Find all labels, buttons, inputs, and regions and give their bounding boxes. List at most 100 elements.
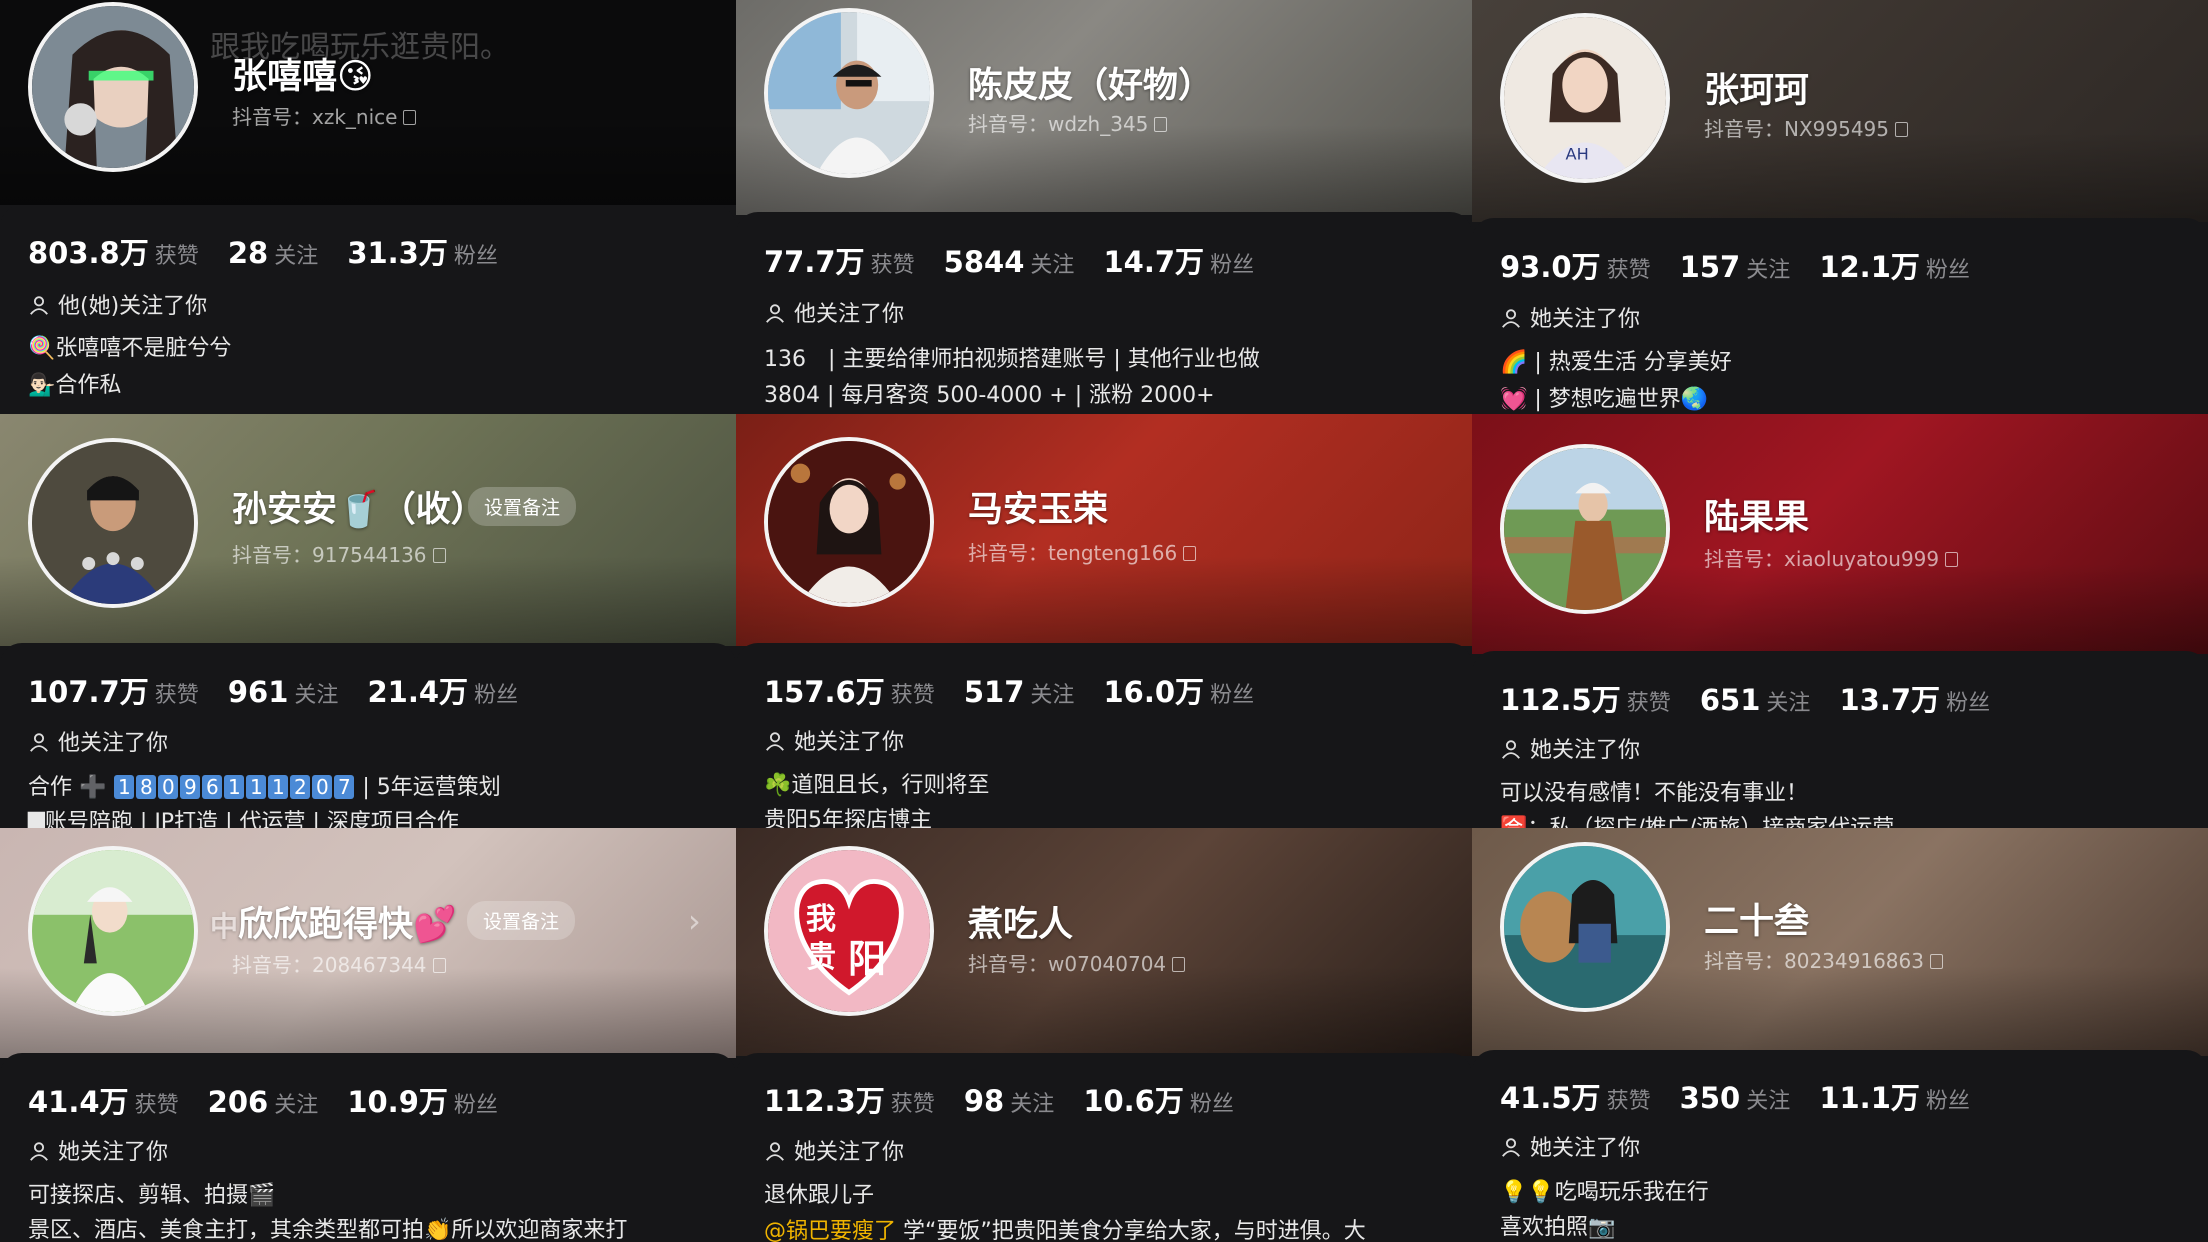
- profile-card-2[interactable]: 陈皮皮（好物） 抖音号：wdzh_345 77.7万 获赞 5844 关注 14.7…: [736, 0, 1472, 414]
- bio-line: 💡💡吃喝玩乐我在行: [1500, 1180, 1709, 1205]
- set-remark-button[interactable]: 设置备注: [468, 487, 577, 526]
- douyin-id: 抖音号：80234916863: [1704, 945, 1943, 974]
- profile-card-5[interactable]: 马安玉荣 抖音号：tengteng166 157.6万 获赞 517 关注 16.0…: [736, 414, 1472, 828]
- stats-row: 157.6万 获赞 517 关注 16.0万 粉丝: [764, 675, 1255, 709]
- profile-name: 中欣欣跑得快💕: [210, 905, 457, 945]
- copy-icon[interactable]: [432, 958, 446, 973]
- chevron-right-icon[interactable]: ›: [688, 902, 701, 940]
- digit-box: 0: [312, 775, 333, 799]
- copy-icon[interactable]: [403, 110, 417, 125]
- stats-row: 112.3万 获赞 98 关注 10.6万 粉丝: [764, 1084, 1234, 1118]
- douyin-id: 抖音号：208467344: [232, 949, 446, 978]
- stats-row: 803.8万 获赞 28 关注 31.3万 粉丝: [28, 236, 498, 270]
- copy-icon[interactable]: [1183, 546, 1197, 561]
- avatar[interactable]: [28, 846, 198, 1016]
- bio-line: 🈴：私（探店/推广/酒旅）接商家代运营: [1500, 810, 1894, 828]
- bio-line: 🍭张嘻嘻不是脏兮兮: [28, 336, 232, 361]
- avatar[interactable]: [764, 437, 934, 607]
- profile-name: 张嘻嘻😘: [232, 57, 374, 97]
- person-icon: [30, 296, 48, 315]
- avatar-text: 阳: [848, 937, 887, 981]
- douyin-id: 抖音号：xiaoluyatou999: [1704, 543, 1959, 572]
- person-icon: [30, 1142, 48, 1161]
- follow-status: 她关注了你: [28, 1134, 168, 1166]
- person-icon: [1502, 309, 1520, 328]
- digit-box: 1: [268, 775, 289, 799]
- copy-icon[interactable]: [432, 548, 446, 563]
- profile-name: 煮吃人: [968, 905, 1074, 945]
- digit-box: 6: [202, 775, 223, 799]
- avatar[interactable]: [28, 438, 198, 608]
- person-icon: [1502, 740, 1520, 759]
- set-remark-button[interactable]: 设置备注: [467, 901, 576, 940]
- douyin-id: 抖音号：917544136: [232, 539, 446, 568]
- avatar[interactable]: [1500, 842, 1670, 1012]
- phone-digits: 18096111207: [113, 775, 355, 800]
- bio-line: 景区、酒店、美食主打，其余类型都可拍👏所以欢迎商家来打: [28, 1218, 628, 1242]
- follow-status: 她关注了你: [1500, 732, 1640, 764]
- person-icon: [30, 733, 48, 752]
- profile-name: 陆果果: [1704, 498, 1810, 538]
- profile-card-8[interactable]: 我 贵 阳 煮吃人 抖音号：w07040704 112.3万 获赞 98 关注 10…: [736, 828, 1472, 1242]
- avatar[interactable]: 我 贵 阳: [764, 846, 934, 1016]
- bio-line: 🌈 | 热爱生活 分享美好: [1500, 350, 1732, 375]
- copy-icon[interactable]: [1929, 954, 1943, 969]
- copy-icon[interactable]: [1172, 957, 1186, 972]
- person-icon: [766, 1142, 784, 1161]
- douyin-id: 抖音号：w07040704: [968, 948, 1186, 977]
- copy-icon[interactable]: [1895, 122, 1909, 137]
- digit-box: 1: [114, 775, 135, 799]
- bio-line: 合作 ➕ 18096111207 | 5年运营策划: [28, 775, 501, 800]
- svg-text:AH: AH: [1566, 145, 1589, 164]
- profile-card-3[interactable]: AH 张珂珂 抖音号：NX995495 93.0万 获赞 157 关注 12.1万粉…: [1472, 0, 2208, 414]
- avatar[interactable]: [28, 2, 198, 172]
- mention-link[interactable]: @锅巴要瘦了: [764, 1219, 896, 1242]
- avatar[interactable]: AH: [1500, 13, 1670, 183]
- profile-name: 二十叁: [1704, 902, 1810, 942]
- bio-line: 3804 | 每月客资 500-4000 + | 涨粉 2000+: [764, 383, 1215, 408]
- digit-box: 9: [180, 775, 201, 799]
- profile-name: 张珂珂: [1704, 71, 1810, 111]
- bio-line: ▇账号陪跑 | IP打造 | 代运营 | 深度项目合作: [28, 810, 459, 828]
- bio-line: ☘️道阻且长，行则将至: [764, 773, 990, 798]
- bio-line: 136 | 主要给律师拍视频搭建账号 | 其他行业也做: [764, 347, 1260, 372]
- stats-row: 93.0万 获赞 157 关注 12.1万 粉丝: [1500, 250, 1970, 284]
- bio-line: 退休跟儿子: [764, 1183, 875, 1208]
- profile-name: 孙安安🥤（收）: [232, 490, 486, 530]
- copy-icon[interactable]: [1154, 117, 1168, 132]
- bio-line: 💓 | 梦想吃遍世界🌏: [1500, 387, 1709, 412]
- bio-line: @锅巴要瘦了 学“要饭”把贵阳美食分享给大家，与时进俱。大: [764, 1219, 1366, 1242]
- person-icon: [766, 304, 784, 323]
- digit-box: 8: [136, 775, 157, 799]
- follow-status: 她关注了你: [764, 1134, 904, 1166]
- douyin-id: 抖音号：xzk_nice: [232, 101, 417, 130]
- avatar[interactable]: [1500, 444, 1670, 614]
- avatar-text: 贵: [806, 940, 836, 975]
- stats-row: 112.5万 获赞 651 关注 13.7万 粉丝: [1500, 683, 1991, 717]
- digit-box: 7: [334, 775, 355, 799]
- profile-card-4[interactable]: 孙安安🥤（收） 设置备注 抖音号：917544136 107.7万 获赞 961 关…: [0, 414, 736, 828]
- follow-status: 她关注了你: [1500, 301, 1640, 333]
- profile-card-1[interactable]: 跟我吃喝玩乐逛贵阳。 张嘻嘻😘 抖音号：xzk_nice 803.8万 获赞 28…: [0, 0, 736, 414]
- follow-status: 她关注了你: [1500, 1130, 1640, 1162]
- profile-card-9[interactable]: 二十叁 抖音号：80234916863 41.5万 获赞 350 关注 11.1万粉…: [1472, 828, 2208, 1242]
- bio-line: 可以没有感情！不能没有事业！: [1500, 781, 1809, 806]
- avatar[interactable]: [764, 8, 934, 178]
- stats-row: 77.7万 获赞 5844 关注 14.7万 粉丝: [764, 245, 1255, 279]
- person-icon: [766, 732, 784, 751]
- profile-name: 陈皮皮（好物）: [968, 66, 1214, 106]
- douyin-id: 抖音号：wdzh_345: [968, 108, 1168, 137]
- follow-status: 他(她)关注了你: [28, 288, 207, 320]
- copy-icon[interactable]: [1945, 552, 1959, 567]
- profile-card-6[interactable]: 陆果果 抖音号：xiaoluyatou999 112.5万 获赞 651 关注 13…: [1472, 414, 2208, 828]
- follow-status: 他关注了你: [28, 725, 168, 757]
- stats-row: 41.5万 获赞 350 关注 11.1万 粉丝: [1500, 1081, 1970, 1115]
- profile-card-7[interactable]: 中欣欣跑得快💕 设置备注 › 抖音号：208467344 41.4万 获赞 206…: [0, 828, 736, 1242]
- person-icon: [1502, 1138, 1520, 1157]
- digit-box: 1: [224, 775, 245, 799]
- bio-line: 喜欢拍照📷: [1500, 1215, 1616, 1240]
- douyin-id: 抖音号：NX995495: [1704, 113, 1909, 142]
- digit-box: 2: [290, 775, 311, 799]
- follow-status: 他关注了你: [764, 296, 904, 328]
- follow-status: 她关注了你: [764, 724, 904, 756]
